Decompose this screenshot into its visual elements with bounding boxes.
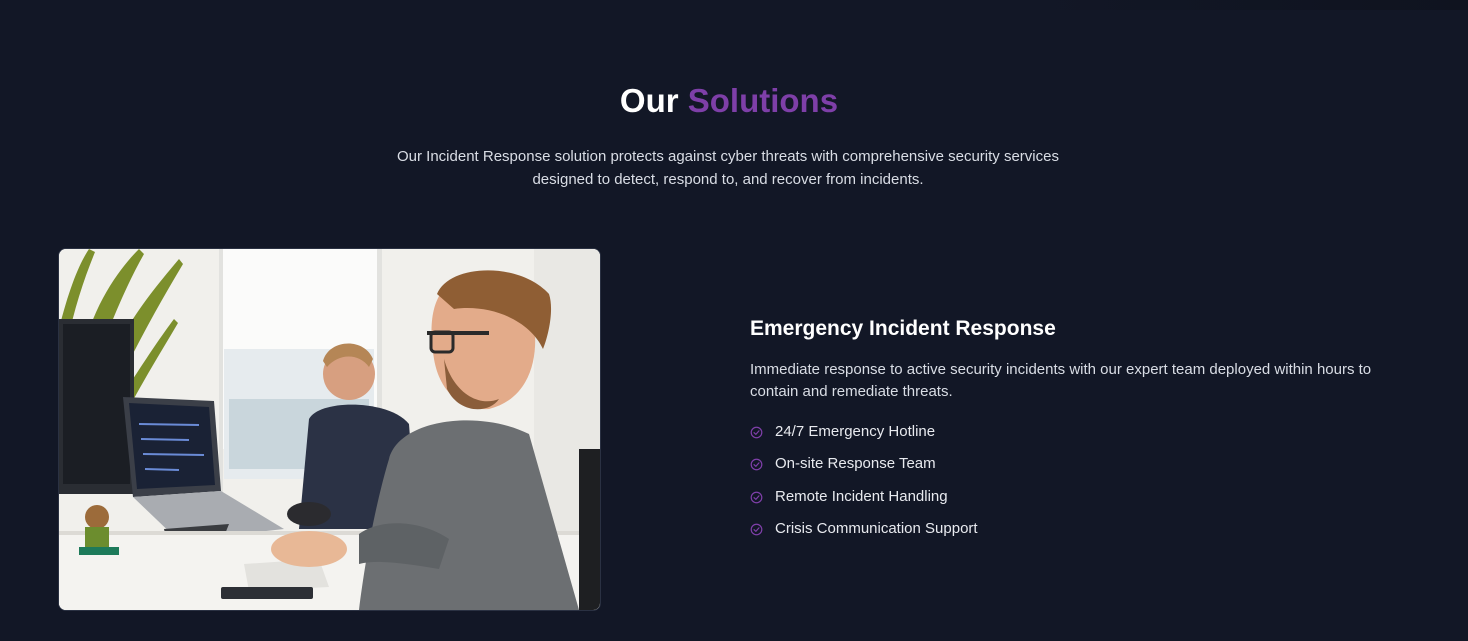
list-item: Crisis Communication Support: [750, 520, 978, 552]
list-item-label: Crisis Communication Support: [775, 520, 978, 538]
list-item: Remote Incident Handling: [750, 488, 978, 520]
list-item-label: On-site Response Team: [775, 455, 936, 473]
feature-description: Immediate response to active security in…: [750, 361, 1372, 400]
list-item: On-site Response Team: [750, 455, 978, 487]
check-circle-icon: [750, 459, 763, 471]
check-circle-icon: [750, 523, 763, 536]
top-strip: [0, 0, 1468, 10]
list-item-label: Remote Incident Handling: [775, 487, 948, 505]
section-description: Our Incident Response solution protects …: [397, 148, 1059, 188]
section-title-accent: Solutions: [687, 82, 839, 119]
feature-list: 24/7 Emergency Hotline On-site Response …: [750, 423, 978, 553]
office-photo: [58, 248, 601, 611]
list-item: 24/7 Emergency Hotline: [750, 423, 978, 455]
section-title-main: Our: [619, 82, 679, 119]
check-circle-icon: [750, 491, 763, 504]
check-circle-icon: [750, 426, 763, 439]
list-item-label: 24/7 Emergency Hotline: [775, 423, 936, 440]
section-title: Our Solutions: [0, 82, 1458, 120]
feature-title: Emergency Incident Response: [750, 317, 1056, 340]
